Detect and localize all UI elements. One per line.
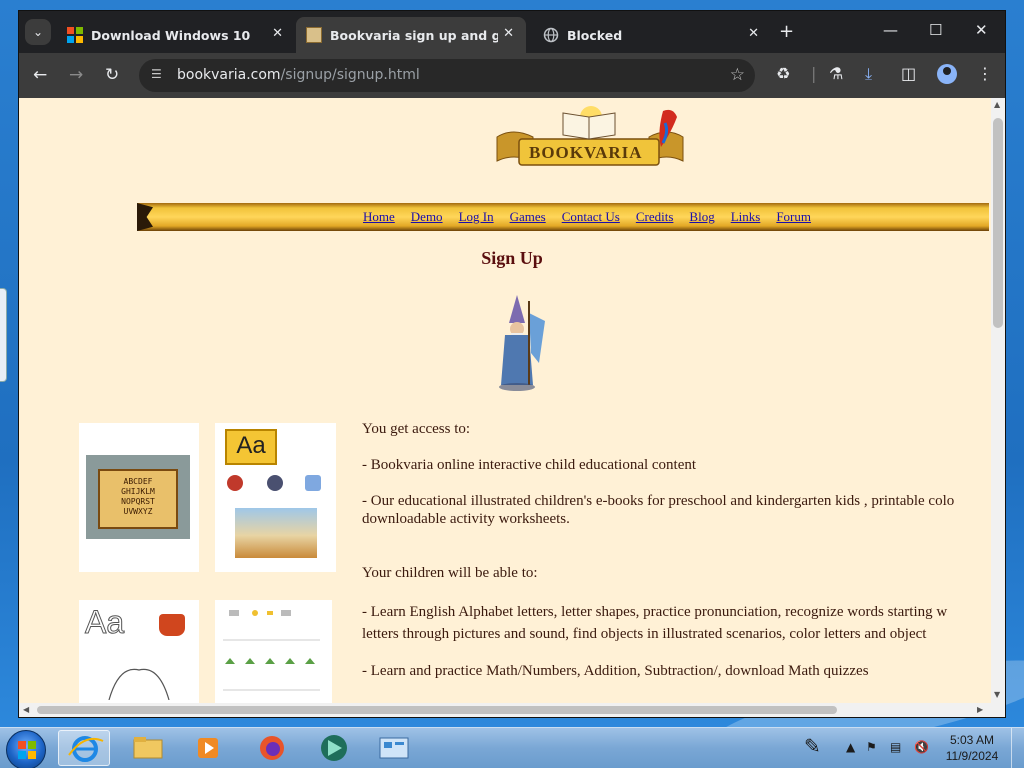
crown-icon (159, 614, 185, 636)
nav-link-home[interactable]: Home (363, 209, 395, 225)
nav-link-forum[interactable]: Forum (776, 209, 811, 225)
tab-search-button[interactable]: ⌄ (25, 19, 51, 45)
ball-icon (227, 475, 243, 491)
math-worksheet-thumbnail[interactable] (215, 600, 332, 710)
access-item: - Our educational illustrated children's… (362, 493, 955, 509)
back-button[interactable]: ← (33, 65, 47, 85)
tab-title: Download Windows 10 (91, 27, 251, 43)
side-panel-icon[interactable]: ◫ (901, 64, 916, 83)
children-item: - Learn English Alphabet letters, letter… (362, 604, 948, 620)
show-hidden-icons-icon[interactable]: ▲ (846, 740, 855, 754)
nav-link-blog[interactable]: Blog (689, 209, 714, 225)
close-icon[interactable]: ✕ (272, 26, 283, 41)
nav-link-login[interactable]: Log In (459, 209, 494, 225)
show-desktop-button[interactable] (1011, 728, 1024, 768)
extensions-icon[interactable]: ♻ (776, 64, 790, 83)
clock-time: 5:03 AM (949, 733, 995, 747)
bookvaria-favicon-icon (306, 27, 322, 43)
children-title: Your children will be able to: (362, 565, 538, 581)
start-button[interactable] (6, 730, 46, 768)
ball-icon (267, 475, 283, 491)
taskbar-media-player[interactable] (182, 730, 234, 766)
scroll-left-icon[interactable]: ◀ (23, 705, 29, 714)
page-viewport: BOOKVARIA Home Demo Log In Games Contact… (19, 98, 1005, 717)
taskbar-file-explorer[interactable] (122, 730, 174, 766)
windows-logo-icon (67, 27, 83, 43)
close-icon[interactable]: ✕ (748, 26, 759, 41)
outline-letters: Aa (84, 604, 125, 641)
horizontal-scrollbar[interactable]: ◀ ▶ (19, 703, 1005, 717)
wizard-illustration (493, 293, 553, 393)
letters-worksheet-thumbnail[interactable]: Aa (215, 423, 336, 572)
vertical-scroll-thumb[interactable] (993, 118, 1003, 328)
new-tab-button[interactable]: + (779, 21, 794, 42)
toolbar-divider: | (811, 64, 817, 83)
pirate-scene (235, 508, 317, 558)
reload-button[interactable]: ↻ (105, 65, 119, 85)
dice-icon (305, 475, 321, 491)
action-center-flag-icon[interactable]: ⚑ (866, 740, 877, 754)
scroll-up-icon[interactable]: ▲ (994, 100, 1000, 109)
access-item: downloadable activity worksheets. (362, 511, 570, 527)
nav-link-links[interactable]: Links (731, 209, 761, 225)
tab-title: Bookvaria sign up and get acce (330, 27, 498, 43)
nav-link-demo[interactable]: Demo (411, 209, 443, 225)
taskbar-internet-explorer[interactable] (58, 730, 110, 766)
alphabet-castle-thumbnail[interactable]: ABCDEF GHIJKLM NOPQRST UVWXYZ (79, 423, 199, 572)
tab-bookvaria[interactable]: Bookvaria sign up and get acce ✕ (296, 17, 526, 53)
vertical-scrollbar[interactable]: ▲ ▼ (991, 98, 1005, 703)
letters-card: Aa (225, 429, 277, 465)
tab-download-windows[interactable]: Download Windows 10 ✕ (57, 17, 295, 53)
alphabet-sign: ABCDEF GHIJKLM NOPQRST UVWXYZ (98, 469, 178, 529)
taskbar-firefox[interactable] (246, 730, 298, 766)
logo-text: BOOKVARIA (529, 143, 643, 162)
nav-link-games[interactable]: Games (510, 209, 546, 225)
access-title: You get access to: (362, 421, 471, 437)
pen-tablet-icon[interactable]: ✎ (804, 734, 821, 758)
desktop-side-panel[interactable] (0, 288, 7, 382)
chevron-down-icon: ⌄ (32, 25, 44, 39)
close-icon[interactable]: ✕ (503, 26, 514, 41)
horizontal-scroll-thumb[interactable] (37, 706, 837, 714)
nav-links: Home Demo Log In Games Contact Us Credit… (363, 209, 811, 225)
taskbar-control-panel[interactable] (368, 730, 420, 766)
minimize-button[interactable]: — (883, 21, 898, 39)
address-bar[interactable]: ☰ bookvaria.com/signup/signup.html ☆ (139, 59, 755, 92)
page-title: Sign Up (481, 248, 543, 268)
network-icon[interactable]: ▤ (890, 740, 901, 754)
menu-kebab-icon[interactable]: ⋮ (977, 64, 993, 83)
taskbar-app-green[interactable] (308, 730, 360, 766)
children-item: letters through pictures and sound, find… (362, 626, 927, 642)
labs-flask-icon[interactable]: ⚗ (829, 64, 843, 83)
system-clock[interactable]: 5:03 AM 11/9/2024 (944, 732, 1000, 764)
letter-tracing-thumbnail[interactable]: Aa (79, 600, 199, 710)
scroll-right-icon[interactable]: ▶ (977, 705, 983, 714)
close-window-button[interactable]: ✕ (975, 21, 988, 39)
volume-muted-icon[interactable]: 🔇 (914, 740, 929, 754)
download-icon[interactable]: ⤓ (865, 64, 872, 84)
nav-link-contact[interactable]: Contact Us (562, 209, 620, 225)
access-item: - Bookvaria online interactive child edu… (362, 457, 697, 473)
browser-window: ⌄ Download Windows 10 ✕ Bookvaria sign u… (18, 10, 1006, 718)
windows-flag-icon (18, 741, 36, 759)
url-text[interactable]: bookvaria.com/signup/signup.html (177, 67, 420, 83)
maximize-button[interactable]: ☐ (929, 21, 942, 39)
forward-button[interactable]: → (69, 65, 83, 85)
scroll-down-icon[interactable]: ▼ (994, 690, 1000, 699)
castle-scene: ABCDEF GHIJKLM NOPQRST UVWXYZ (86, 455, 190, 539)
bookvaria-logo[interactable]: BOOKVARIA (493, 103, 688, 168)
site-settings-icon[interactable]: ☰ (151, 67, 162, 81)
profile-avatar-icon[interactable] (937, 64, 957, 84)
globe-icon (543, 27, 559, 43)
nav-link-credits[interactable]: Credits (636, 209, 674, 225)
tab-title: Blocked (567, 27, 623, 43)
tab-strip: ⌄ Download Windows 10 ✕ Bookvaria sign u… (19, 11, 1005, 53)
windows-taskbar: ✎ ▲ ⚑ ▤ 🔇 5:03 AM 11/9/2024 (0, 727, 1024, 768)
site-navbar: Home Demo Log In Games Contact Us Credit… (137, 203, 989, 231)
tab-blocked[interactable]: Blocked ✕ (533, 17, 771, 53)
browser-toolbar: ← → ↻ ☰ bookvaria.com/signup/signup.html… (19, 53, 1005, 98)
bookmark-star-icon[interactable]: ☆ (730, 65, 745, 85)
clock-date: 11/9/2024 (945, 749, 999, 763)
children-item: - Learn and practice Math/Numbers, Addit… (362, 663, 869, 679)
